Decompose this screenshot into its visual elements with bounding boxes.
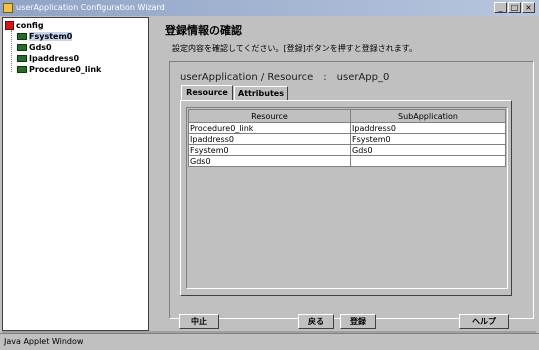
window-title: userApplication Configuration Wizard — [16, 3, 165, 12]
splitter[interactable] — [150, 17, 156, 331]
confirmation-panel: userApplication / Resource: userApp_0 Res… — [169, 61, 534, 319]
page-description: 設定内容を確認してください。[登録]ボタンを押すと登録されます。 — [172, 44, 417, 53]
register-button[interactable]: 登録 — [340, 314, 376, 329]
title-bar: userApplication Configuration Wizard _ □… — [0, 0, 539, 16]
main-panel: 登録情報の確認 設定内容を確認してください。[登録]ボタンを押すと登録されます。… — [157, 17, 536, 331]
cell-resource: Fsystem0 — [188, 144, 351, 156]
cell-resource: Ipaddress0 — [188, 133, 351, 145]
cell-resource: Gds0 — [188, 155, 351, 167]
table-row[interactable]: Procedure0_link Ipaddress0 — [188, 122, 506, 134]
tab-resource[interactable]: Resource — [181, 85, 233, 100]
tree-root-config[interactable]: config — [5, 20, 44, 31]
resource-title-left: userApplication / Resource — [180, 72, 314, 83]
table-row[interactable]: Fsystem0 Gds0 — [188, 144, 506, 156]
tab-attributes[interactable]: Attributes — [234, 86, 288, 100]
table-row[interactable]: Ipaddress0 Fsystem0 — [188, 133, 506, 145]
maximize-button[interactable]: □ — [508, 2, 521, 13]
column-header-subapplication[interactable]: SubApplication — [350, 109, 506, 123]
tab-content: Resource SubApplication Procedure0_link … — [180, 100, 512, 296]
java-app-icon — [3, 3, 13, 13]
resource-icon — [17, 44, 27, 51]
status-text: Java Applet Window — [4, 337, 84, 346]
minimize-button[interactable]: _ — [494, 2, 507, 13]
table-row[interactable]: Gds0 — [188, 155, 506, 167]
help-button[interactable]: ヘルプ — [459, 314, 509, 329]
resource-title-separator: : — [323, 72, 327, 83]
resource-table-container: Resource SubApplication Procedure0_link … — [186, 107, 508, 289]
cell-subapplication: Fsystem0 — [350, 133, 506, 145]
back-button[interactable]: 戻る — [298, 314, 334, 329]
column-header-resource[interactable]: Resource — [188, 109, 351, 123]
status-bar: Java Applet Window — [0, 333, 539, 350]
resource-icon — [17, 33, 27, 40]
resource-icon — [17, 66, 27, 73]
close-button[interactable]: × — [522, 2, 535, 13]
tree-item-gds0[interactable]: Gds0 — [17, 42, 52, 53]
cell-subapplication — [350, 155, 506, 167]
cell-subapplication: Gds0 — [350, 144, 506, 156]
resource-tree[interactable]: config Fsystem0 Gds0 Ipaddress0 Procedur… — [2, 17, 149, 331]
resource-title-right: userApp_0 — [336, 72, 390, 83]
tree-item-ipaddress0[interactable]: Ipaddress0 — [17, 53, 79, 64]
tree-item-procedure0-link[interactable]: Procedure0_link — [17, 64, 101, 75]
resource-title: userApplication / Resource: userApp_0 — [180, 72, 389, 83]
resource-icon — [17, 55, 27, 62]
cell-resource: Procedure0_link — [188, 122, 351, 134]
config-icon — [5, 21, 14, 30]
page-title: 登録情報の確認 — [165, 24, 242, 37]
resource-table: Resource SubApplication Procedure0_link … — [188, 109, 506, 167]
cell-subapplication: Ipaddress0 — [350, 122, 506, 134]
cancel-button[interactable]: 中止 — [179, 314, 219, 329]
tree-item-fsystem0[interactable]: Fsystem0 — [17, 31, 73, 42]
